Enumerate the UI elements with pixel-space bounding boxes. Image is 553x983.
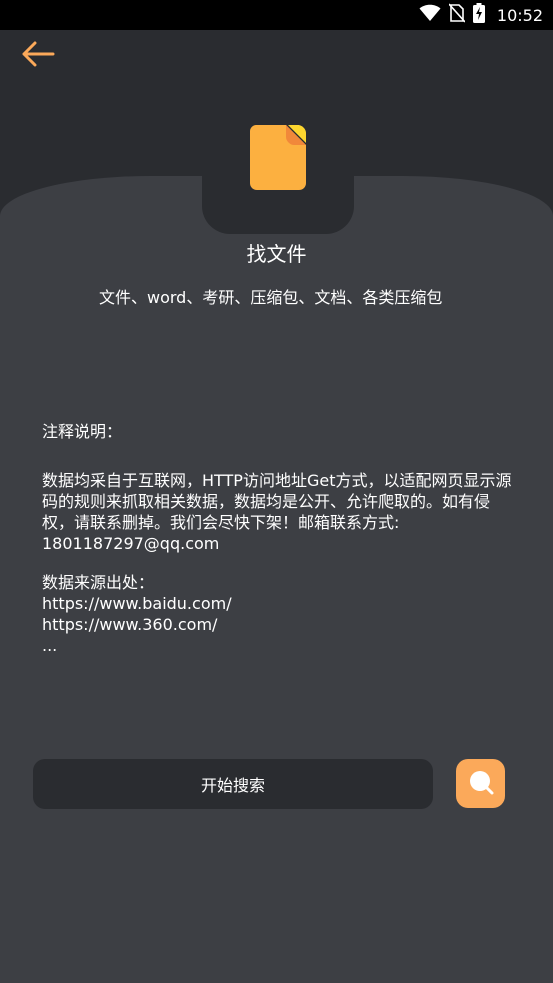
source-line: https://www.baidu.com/ bbox=[42, 594, 232, 613]
wifi-icon bbox=[419, 4, 441, 26]
page-title: 找文件 bbox=[246, 242, 307, 266]
notes-heading: 注释说明： bbox=[42, 422, 123, 441]
source-line: https://www.360.com/ bbox=[42, 615, 218, 634]
status-time: 10:52 bbox=[496, 5, 543, 25]
start-search-button[interactable]: 开始搜索 bbox=[33, 759, 433, 809]
search-icon-button[interactable] bbox=[456, 759, 505, 808]
sources-heading: 数据来源出处： bbox=[42, 573, 155, 592]
source-line: ... bbox=[42, 636, 58, 655]
back-button[interactable] bbox=[16, 38, 60, 74]
status-bar: 10:52 bbox=[0, 0, 553, 30]
file-icon bbox=[250, 125, 306, 191]
battery-charging-icon bbox=[472, 3, 485, 27]
arrow-left-icon bbox=[21, 41, 55, 71]
search-icon bbox=[466, 767, 496, 801]
start-search-label: 开始搜索 bbox=[200, 776, 265, 795]
no-sim-icon bbox=[448, 3, 466, 27]
feature-subtitle: 文件、word、考研、压缩包、文档、各类压缩包 bbox=[99, 288, 443, 307]
status-icons: 10:52 bbox=[419, 0, 543, 30]
notes-body: 数据均采自于互联网，HTTP访问地址Get方式，以适配网页显示源码的规则来抓取相… bbox=[42, 471, 512, 553]
